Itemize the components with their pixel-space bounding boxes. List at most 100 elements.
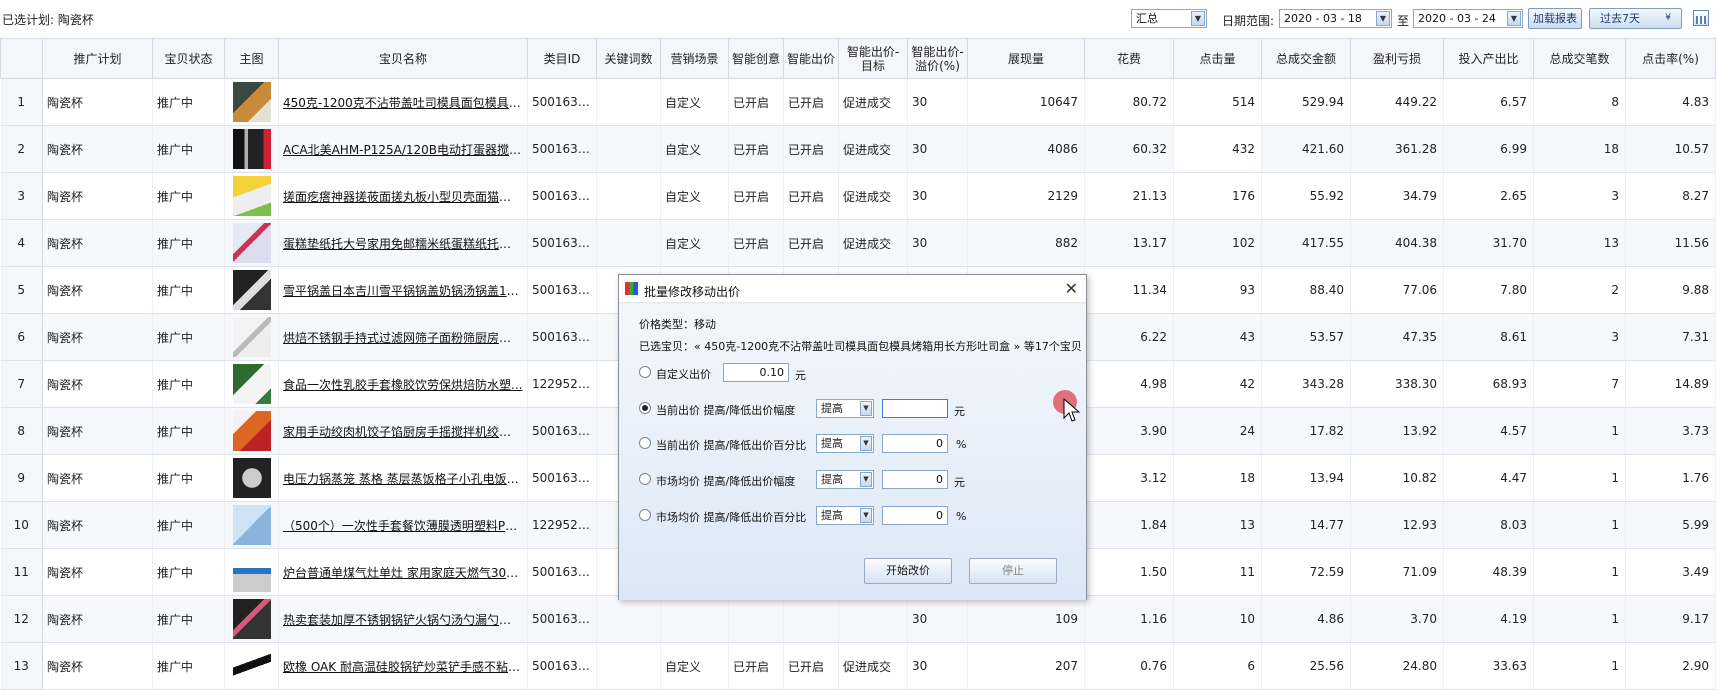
radio-market-bid-percent[interactable] [639, 509, 651, 521]
cell-kw [597, 126, 661, 173]
cell-orders: 8 [1534, 79, 1626, 126]
cell-name[interactable]: ACA北美AHM-P125A/120B电动打蛋器搅拌棒... [279, 126, 528, 173]
column-header[interactable]: 总成交笔数 [1534, 39, 1626, 79]
column-header[interactable]: 智能创意 [729, 39, 784, 79]
current-bid-amount-input[interactable] [882, 399, 948, 418]
product-image[interactable] [233, 129, 271, 169]
unit-percent: % [956, 438, 966, 451]
date-from-picker[interactable]: 2020 - 03 - 18▼ [1279, 9, 1392, 28]
raise-select-2[interactable]: 提高▼ [816, 434, 874, 453]
cell-profit: 10.82 [1351, 455, 1444, 502]
cell-name[interactable]: 食品一次性乳胶手套橡胶饮劳保烘焙防水塑... [279, 361, 528, 408]
stop-button[interactable]: 停止 [969, 558, 1057, 584]
market-bid-percent-input[interactable]: 0 [882, 506, 948, 525]
table-row[interactable]: 1陶瓷杯推广中450克-1200克不沾带盖吐司模具面包模具烤...5001634… [1, 79, 1716, 126]
column-header[interactable]: 宝贝名称 [279, 39, 528, 79]
raise-select-1[interactable]: 提高▼ [816, 399, 874, 418]
table-row[interactable]: 13陶瓷杯推广中欧橡 OAK 耐高温硅胶锅铲炒菜铲手感不粘锅铲...500163… [1, 643, 1716, 690]
column-header[interactable]: 推广计划 [43, 39, 153, 79]
unit-yuan: 元 [954, 474, 965, 490]
product-image[interactable] [233, 646, 271, 686]
cell-clicks: 18 [1174, 455, 1262, 502]
product-image[interactable] [233, 270, 271, 310]
product-image[interactable] [233, 176, 271, 216]
cell-gmv: 343.28 [1262, 361, 1351, 408]
column-header[interactable] [1, 39, 43, 79]
column-header[interactable]: 营销场景 [661, 39, 729, 79]
chevron-down-icon: ▼ [860, 401, 872, 416]
cell-profit: 3.70 [1351, 596, 1444, 643]
cell-name[interactable]: 450克-1200克不沾带盖吐司模具面包模具烤... [279, 79, 528, 126]
cell-status: 推广中 [153, 220, 225, 267]
column-header[interactable]: 关键词数 [597, 39, 661, 79]
period-select[interactable]: 过去7天¥ [1589, 8, 1682, 29]
column-header[interactable]: 点击量 [1174, 39, 1262, 79]
column-header[interactable]: 主图 [225, 39, 279, 79]
cell-profit: 24.80 [1351, 643, 1444, 690]
load-report-button[interactable]: 加载报表 [1528, 8, 1582, 29]
product-image[interactable] [233, 82, 271, 122]
table-row[interactable]: 2陶瓷杯推广中ACA北美AHM-P125A/120B电动打蛋器搅拌棒...500… [1, 126, 1716, 173]
cell-name[interactable]: 热卖套装加厚不锈钢锅铲火锅勺汤勺漏勺饭勺... [279, 596, 528, 643]
product-image[interactable] [233, 505, 271, 545]
cell-name[interactable]: （500个）一次性手套餐饮薄膜透明塑料PVC... [279, 502, 528, 549]
radio-current-bid-amount[interactable] [639, 402, 651, 414]
cell-cost: 1.84 [1085, 502, 1174, 549]
dialog-titlebar[interactable]: 批量修改移动出价 ✕ [619, 275, 1086, 303]
cell-orders: 7 [1534, 361, 1626, 408]
raise-select-3[interactable]: 提高▼ [816, 470, 874, 489]
table-row[interactable]: 12陶瓷杯推广中热卖套装加厚不锈钢锅铲火锅勺汤勺漏勺饭勺...500163493… [1, 596, 1716, 643]
raise-select-4[interactable]: 提高▼ [816, 506, 874, 525]
cell-name[interactable]: 炉台普通单煤气灶单灶 家用家庭天燃气304不... [279, 549, 528, 596]
radio-current-bid-percent[interactable] [639, 437, 651, 449]
cell-cat: 50016349 [528, 173, 597, 220]
cell-name[interactable]: 电压力锅蒸笼 蒸格 蒸层蒸饭格子小孔电饭煲... [279, 455, 528, 502]
cell-name[interactable]: 搓面疙瘩神器搓莜面搓丸板小型贝壳面猫耳朵... [279, 173, 528, 220]
cell-no: 1 [1, 79, 43, 126]
product-image[interactable] [233, 552, 271, 592]
column-header[interactable]: 点击率(%) [1626, 39, 1716, 79]
radio-custom-bid[interactable] [639, 366, 651, 378]
column-header[interactable]: 盈利亏损 [1351, 39, 1444, 79]
cell-target [839, 596, 908, 643]
product-image[interactable] [233, 599, 271, 639]
column-header[interactable]: 类目ID [528, 39, 597, 79]
cell-ctr: 4.83 [1626, 79, 1716, 126]
column-header[interactable]: 总成交金额 [1262, 39, 1351, 79]
summary-select[interactable]: 汇总▼ [1131, 9, 1207, 28]
calendar-icon[interactable] [1693, 10, 1709, 26]
column-header[interactable]: 展现量 [968, 39, 1085, 79]
cell-profit: 361.28 [1351, 126, 1444, 173]
market-bid-amount-input[interactable]: 0 [882, 470, 948, 489]
cell-name[interactable]: 蛋糕垫纸托大号家用免邮糯米纸蛋糕纸托烘焙... [279, 220, 528, 267]
column-header[interactable]: 智能出价-溢价(%) [908, 39, 968, 79]
product-image[interactable] [233, 411, 271, 451]
cell-name[interactable]: 烘焙不锈钢手持式过滤网筛子面粉筛厨房网筛... [279, 314, 528, 361]
product-image[interactable] [233, 458, 271, 498]
product-image[interactable] [233, 317, 271, 357]
cell-clicks: 10 [1174, 596, 1262, 643]
column-header[interactable]: 投入产出比 [1444, 39, 1534, 79]
radio-market-bid-amount[interactable] [639, 473, 651, 485]
column-header[interactable]: 智能出价-目标 [839, 39, 908, 79]
custom-bid-input[interactable]: 0.10 [723, 363, 789, 382]
start-change-button[interactable]: 开始改价 [864, 558, 952, 584]
cell-name[interactable]: 家用手动绞肉机饺子馅厨房手摇搅拌机绞菜器... [279, 408, 528, 455]
cell-no: 4 [1, 220, 43, 267]
cell-roi: 4.19 [1444, 596, 1534, 643]
date-to-picker[interactable]: 2020 - 03 - 24▼ [1413, 9, 1523, 28]
cell-cat: 50016349 [528, 549, 597, 596]
cell-name[interactable]: 欧橡 OAK 耐高温硅胶锅铲炒菜铲手感不粘锅铲... [279, 643, 528, 690]
column-header[interactable]: 宝贝状态 [153, 39, 225, 79]
current-bid-percent-input[interactable]: 0 [882, 434, 948, 453]
column-header[interactable]: 花费 [1085, 39, 1174, 79]
table-row[interactable]: 4陶瓷杯推广中蛋糕垫纸托大号家用免邮糯米纸蛋糕纸托烘焙...50016349自定… [1, 220, 1716, 267]
close-icon[interactable]: ✕ [1065, 279, 1078, 298]
cell-orders: 18 [1534, 126, 1626, 173]
product-image[interactable] [233, 223, 271, 263]
column-header[interactable]: 智能出价 [784, 39, 839, 79]
cell-premium: 30 [908, 79, 968, 126]
cell-name[interactable]: 雪平锅盖日本吉川雪平锅锅盖奶锅汤锅盖18C... [279, 267, 528, 314]
product-image[interactable] [233, 364, 271, 404]
table-row[interactable]: 3陶瓷杯推广中搓面疙瘩神器搓莜面搓丸板小型贝壳面猫耳朵...50016349自定… [1, 173, 1716, 220]
